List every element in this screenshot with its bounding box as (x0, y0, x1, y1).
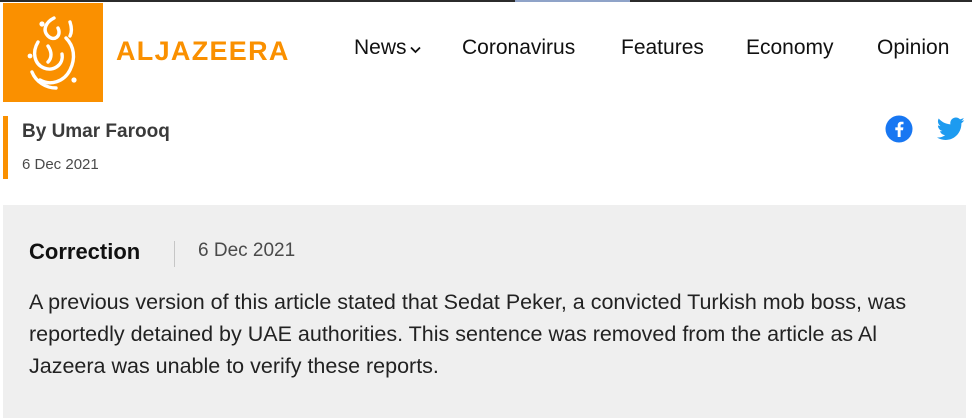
brand-name[interactable]: ALJAZEERA (116, 36, 290, 67)
top-border (0, 0, 972, 2)
facebook-icon (885, 115, 913, 143)
twitter-share-button[interactable] (936, 114, 966, 144)
nav-coronavirus[interactable]: Coronavirus (462, 36, 575, 60)
twitter-icon (937, 117, 965, 140)
correction-divider (174, 241, 175, 267)
facebook-share-button[interactable] (884, 114, 914, 144)
aljazeera-logo-icon (27, 15, 77, 90)
logo-link[interactable] (3, 3, 103, 102)
correction-title: Correction (29, 239, 141, 264)
nav-news-label: News (354, 36, 407, 59)
author-name[interactable]: By Umar Farooq (22, 121, 170, 143)
correction-text: A previous version of this article state… (29, 290, 907, 378)
nav-opinion[interactable]: Opinion (877, 36, 949, 60)
nav-economy[interactable]: Economy (746, 36, 834, 60)
correction-date: 6 Dec 2021 (198, 240, 296, 261)
nav-features[interactable]: Features (621, 36, 704, 60)
top-border-accent (515, 0, 630, 2)
byline-accent-bar (3, 116, 8, 179)
chevron-down-icon (409, 42, 421, 57)
publish-date: 6 Dec 2021 (22, 156, 99, 173)
correction-notice: Correction 6 Dec 2021 A previous version… (3, 205, 966, 418)
nav-news[interactable]: News (354, 36, 421, 60)
